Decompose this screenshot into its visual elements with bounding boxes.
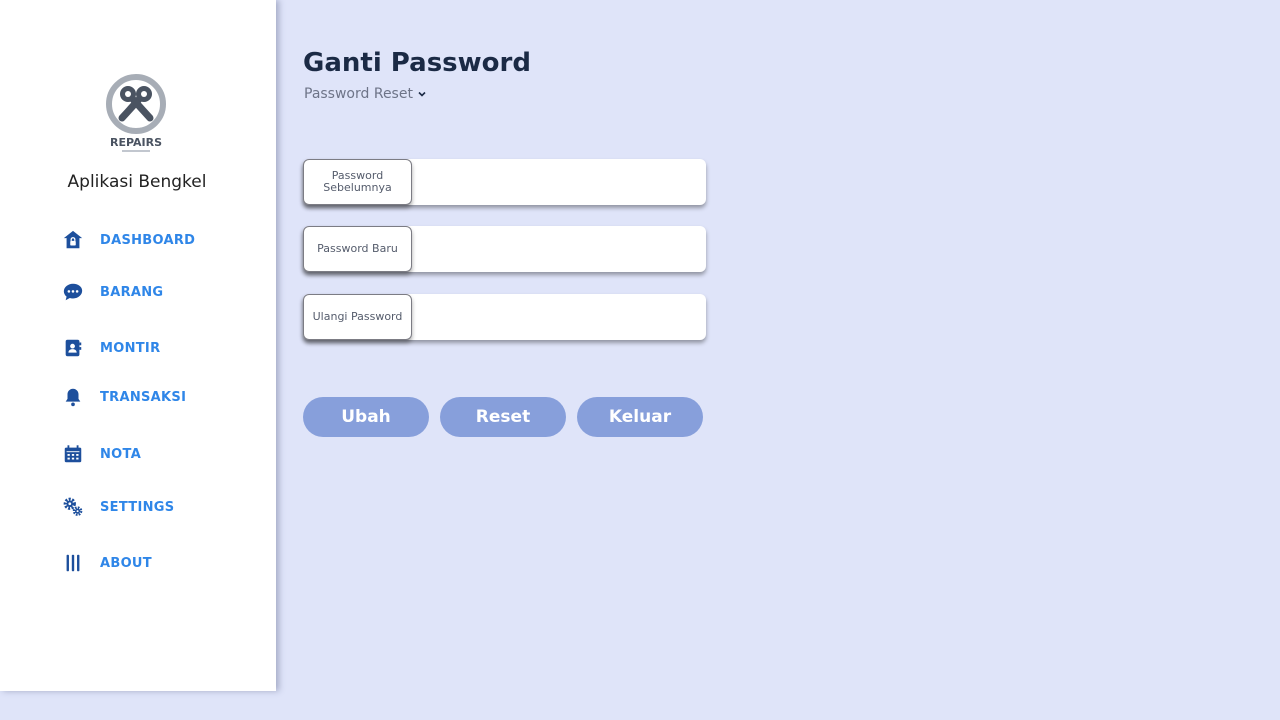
contact-book-icon bbox=[58, 333, 88, 363]
nav-item-nota[interactable]: NOTA bbox=[58, 439, 258, 469]
calendar-icon bbox=[58, 439, 88, 469]
nav-label: BARANG bbox=[100, 284, 164, 300]
old-password-field: Password Sebelumnya bbox=[303, 159, 706, 205]
bars-icon bbox=[58, 548, 88, 578]
nav-label: DASHBOARD bbox=[100, 232, 196, 248]
sidebar: REPAIRS Aplikasi Bengkel DASHBOARD BARAN… bbox=[0, 0, 276, 691]
nav-label: MONTIR bbox=[100, 340, 161, 356]
nav-item-settings[interactable]: SETTINGS bbox=[58, 492, 258, 522]
logo: REPAIRS bbox=[96, 70, 178, 160]
submit-button[interactable]: Ubah bbox=[303, 397, 429, 437]
page-title: Ganti Password bbox=[303, 48, 531, 78]
confirm-password-field: Ulangi Password bbox=[303, 294, 706, 340]
nav-label: SETTINGS bbox=[100, 499, 175, 515]
new-password-label: Password Baru bbox=[303, 226, 412, 272]
nav-item-about[interactable]: ABOUT bbox=[58, 548, 258, 578]
new-password-input[interactable] bbox=[415, 230, 699, 268]
breadcrumb-label: Password Reset bbox=[304, 86, 413, 102]
nav-label: TRANSAKSI bbox=[100, 389, 187, 405]
cogs-icon bbox=[58, 492, 88, 522]
nav-label: NOTA bbox=[100, 446, 142, 462]
bell-icon bbox=[58, 382, 88, 412]
old-password-input[interactable] bbox=[415, 163, 699, 201]
nav-label: ABOUT bbox=[100, 555, 152, 571]
chat-bubble-icon bbox=[58, 277, 88, 307]
chevron-down-icon bbox=[418, 91, 426, 97]
breadcrumb[interactable]: Password Reset bbox=[304, 86, 427, 102]
nav-item-transaksi[interactable]: TRANSAKSI bbox=[58, 382, 258, 412]
logout-button[interactable]: Keluar bbox=[577, 397, 703, 437]
old-password-label: Password Sebelumnya bbox=[303, 159, 412, 205]
nav-item-barang[interactable]: BARANG bbox=[58, 277, 258, 307]
svg-text:REPAIRS: REPAIRS bbox=[110, 136, 162, 149]
app-title: Aplikasi Bengkel bbox=[67, 172, 207, 192]
reset-button[interactable]: Reset bbox=[440, 397, 566, 437]
confirm-password-label: Ulangi Password bbox=[303, 294, 412, 340]
new-password-field: Password Baru bbox=[303, 226, 706, 272]
home-lock-icon bbox=[58, 225, 88, 255]
nav-item-montir[interactable]: MONTIR bbox=[58, 333, 258, 363]
confirm-password-input[interactable] bbox=[415, 298, 699, 336]
nav-item-dashboard[interactable]: DASHBOARD bbox=[58, 225, 258, 255]
